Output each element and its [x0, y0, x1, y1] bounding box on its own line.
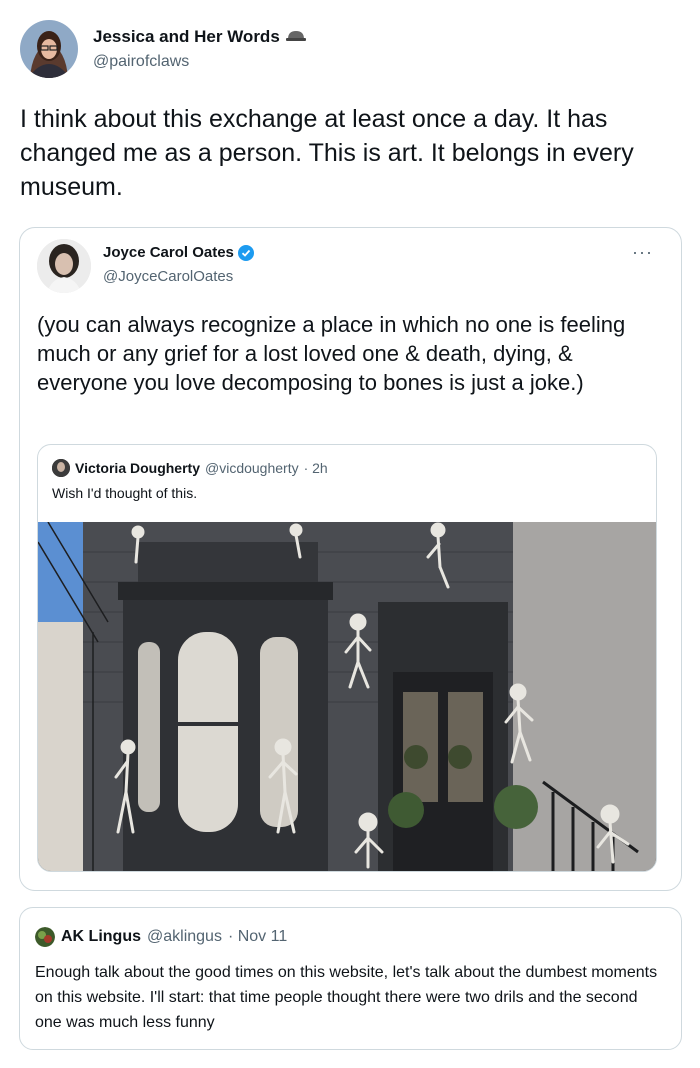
nested-author-name[interactable]: Victoria Dougherty: [75, 460, 200, 476]
nested-quote-card[interactable]: Victoria Dougherty @vicdougherty · 2h Wi…: [37, 444, 657, 872]
quoted-tweet-card[interactable]: Joyce Carol Oates @JoyceCarolOates ··· (…: [19, 227, 682, 891]
avatar[interactable]: [37, 239, 91, 293]
quoted-author-name-text: Joyce Carol Oates: [103, 244, 234, 261]
avatar[interactable]: [20, 20, 78, 78]
nested-timestamp: · 2h: [303, 460, 328, 476]
reply-author-handle[interactable]: @aklingus: [147, 928, 222, 946]
nested-quote-text: Wish I'd thought of this.: [52, 485, 198, 501]
author-name[interactable]: Jessica and Her Words: [93, 27, 306, 47]
author-name-text: Jessica and Her Words: [93, 27, 280, 46]
avatar[interactable]: [35, 927, 55, 947]
more-options-icon[interactable]: ···: [632, 242, 653, 263]
quoted-reply-card[interactable]: AK Lingus @aklingus · Nov 11 Enough talk…: [19, 907, 682, 1050]
house-with-skeletons-photo[interactable]: [38, 521, 656, 871]
quoted-author-handle[interactable]: @JoyceCarolOates: [103, 268, 233, 285]
nested-quote-header: Victoria Dougherty @vicdougherty · 2h: [52, 459, 328, 477]
author-handle[interactable]: @pairofclaws: [93, 53, 189, 71]
nested-author-handle[interactable]: @vicdougherty: [205, 460, 299, 476]
verified-badge-icon: [237, 244, 254, 261]
reply-header: AK Lingus @aklingus · Nov 11: [35, 927, 287, 947]
reply-timestamp: · Nov 11: [227, 928, 288, 945]
quoted-tweet-text: (you can always recognize a place in whi…: [37, 312, 626, 395]
avatar[interactable]: [52, 459, 70, 477]
reply-author-name[interactable]: AK Lingus: [61, 928, 141, 946]
reply-text: Enough talk about the good times on this…: [35, 964, 658, 1031]
quoted-author-name[interactable]: Joyce Carol Oates: [103, 244, 254, 261]
tweet-text: I think about this exchange at least onc…: [20, 105, 634, 201]
helmet-emoji-icon: [285, 27, 306, 47]
